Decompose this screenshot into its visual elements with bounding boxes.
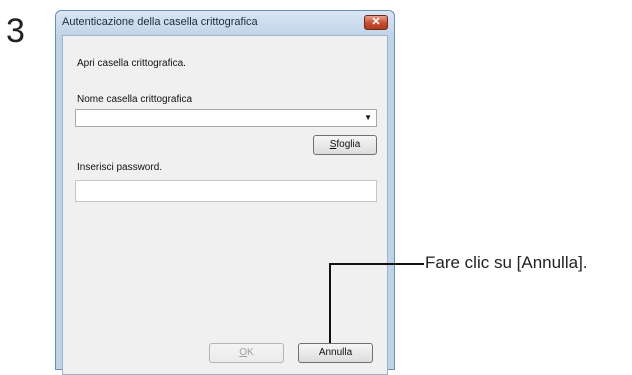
callout-line-vertical	[329, 263, 331, 343]
close-button[interactable]: ✕	[364, 15, 388, 30]
callout-text: Fare clic su [Annulla].	[425, 253, 588, 272]
cancel-button[interactable]: Annulla	[298, 343, 373, 363]
ok-accel: O	[239, 347, 248, 358]
password-input[interactable]	[75, 180, 377, 202]
browse-button[interactable]: Sfoglia	[313, 135, 377, 155]
intro-text: Apri casella crittografica.	[77, 58, 186, 69]
password-label: Inserisci password.	[77, 162, 163, 173]
dialog-titlebar[interactable]: Autenticazione della casella crittografi…	[56, 11, 394, 35]
ok-label: K	[247, 347, 254, 358]
dialog-client-area: Apri casella crittografica. Nome casella…	[62, 35, 388, 375]
ok-button[interactable]: OK	[209, 343, 284, 363]
dialog-title: Autenticazione della casella crittografi…	[62, 16, 258, 28]
callout-line-horizontal	[330, 263, 424, 265]
step-number: 3	[6, 12, 25, 50]
browse-label: foglia	[336, 139, 361, 150]
close-icon: ✕	[371, 16, 381, 28]
crypto-box-auth-dialog: Autenticazione della casella crittografi…	[55, 10, 395, 375]
crypto-box-name-combobox[interactable]: ▼	[75, 109, 377, 127]
chevron-down-icon[interactable]: ▼	[364, 113, 372, 122]
cancel-label: Annulla	[318, 347, 353, 358]
name-label: Nome casella crittografica	[77, 94, 193, 105]
